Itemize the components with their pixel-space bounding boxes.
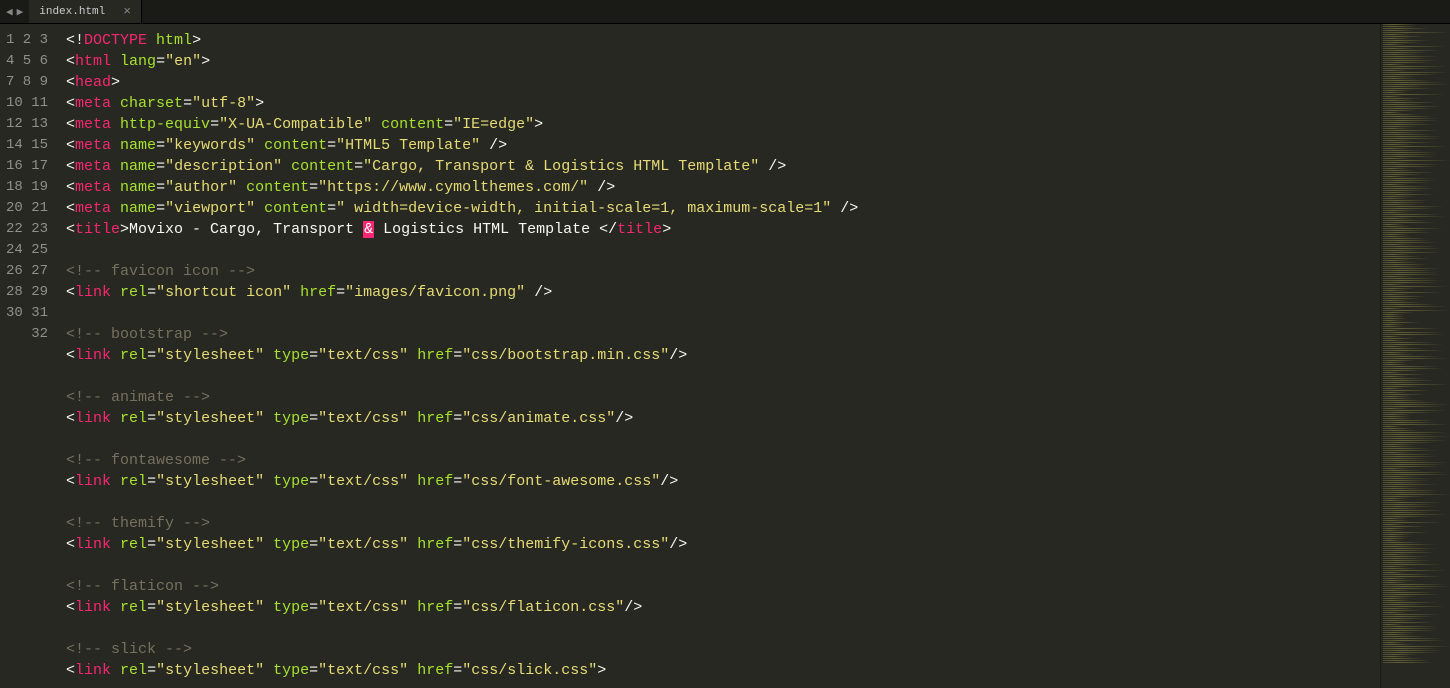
editor: 1 2 3 4 5 6 7 8 9 10 11 12 13 14 15 16 1… xyxy=(0,24,1450,688)
tab-label: index.html xyxy=(39,6,105,18)
tab-bar: ◀ ▶ index.html × xyxy=(0,0,1450,24)
forward-icon[interactable]: ▶ xyxy=(17,5,24,19)
back-icon[interactable]: ◀ xyxy=(6,5,13,19)
minimap[interactable] xyxy=(1380,24,1450,688)
nav-arrows: ◀ ▶ xyxy=(0,0,29,23)
code-area[interactable]: <!DOCTYPE html> <html lang="en"> <head> … xyxy=(62,24,1380,688)
tab-index-html[interactable]: index.html × xyxy=(29,0,142,23)
line-number-gutter: 1 2 3 4 5 6 7 8 9 10 11 12 13 14 15 16 1… xyxy=(0,24,62,688)
close-icon[interactable]: × xyxy=(123,4,131,19)
